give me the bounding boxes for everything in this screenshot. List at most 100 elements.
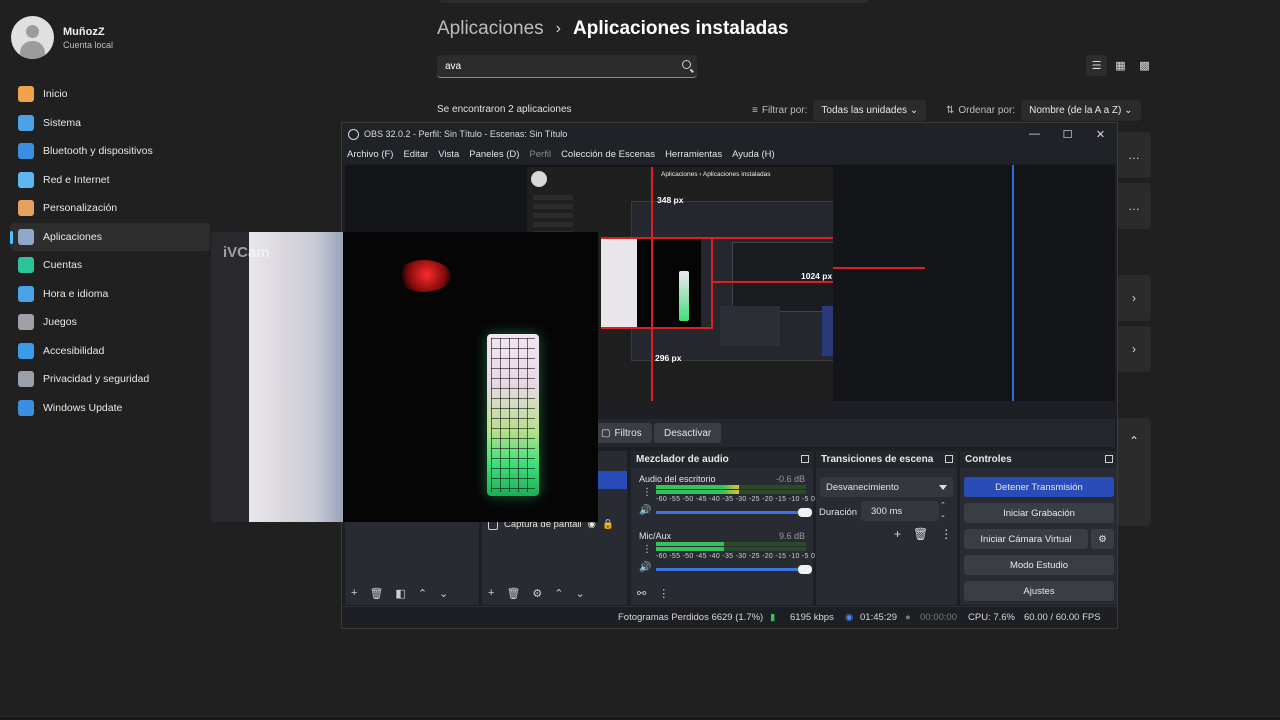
guide-line — [601, 237, 833, 239]
sidebar-item-red-e-internet[interactable]: Red e Internet — [10, 166, 210, 195]
filters-button[interactable]: ▢ Filtros — [591, 423, 652, 443]
speaker-icon[interactable]: 🔊 — [639, 505, 651, 516]
sidebar-item-sistema[interactable]: Sistema — [10, 109, 210, 138]
camera-mouse-glow — [397, 260, 451, 292]
filter-value: Todas las unidades — [821, 105, 908, 116]
sidebar-item-privacidad-y-seguridad[interactable]: Privacidad y seguridad — [10, 365, 210, 394]
more-icon[interactable]: ⋮ — [940, 527, 952, 541]
undock-icon[interactable] — [1105, 455, 1113, 463]
section-expand-button[interactable]: › — [1117, 275, 1151, 321]
down-icon[interactable]: ⌄ — [439, 587, 448, 600]
section-expand-button[interactable]: › — [1117, 326, 1151, 372]
transition-select[interactable]: Desvanecimiento — [820, 477, 953, 497]
sidebar-item-label: Inicio — [43, 88, 68, 101]
more-icon[interactable]: ⋮ — [658, 587, 669, 600]
menu-item[interactable]: Editar — [403, 149, 428, 160]
stop-stream-button[interactable]: Detener Transmisión — [964, 477, 1114, 497]
user-profile[interactable]: MuñozZ Cuenta local — [11, 16, 113, 59]
app-card-more-button[interactable]: … — [1117, 183, 1151, 229]
transition-value: Desvanecimiento — [826, 481, 899, 493]
volume-slider[interactable] — [656, 508, 812, 517]
add-icon[interactable]: + — [488, 587, 494, 599]
filter-dropdown[interactable]: Todas las unidades ⌄ — [813, 100, 927, 121]
chevron-right-icon: › — [1132, 291, 1136, 305]
menu-item[interactable]: Colección de Escenas — [561, 149, 655, 160]
trash-icon[interactable]: 🗑 — [913, 527, 928, 541]
sidebar-item-hora-e-idioma[interactable]: Hora e idioma — [10, 280, 210, 309]
up-icon[interactable]: ⌃ — [418, 587, 427, 600]
duration-input[interactable]: 300 ms — [861, 501, 939, 521]
minimize-button[interactable]: — — [1018, 123, 1051, 145]
app-card-more-button[interactable]: … — [1117, 132, 1151, 178]
channel-menu-icon[interactable]: ⋮ — [642, 544, 652, 555]
down-icon[interactable]: ⌄ — [576, 587, 585, 600]
start-recording-button[interactable]: Iniciar Grabación — [964, 503, 1114, 523]
menu-item[interactable]: Ayuda (H) — [732, 149, 775, 160]
sources-toolbar: + 🗑 ⚙ ⌃ ⌄ — [482, 581, 627, 605]
breadcrumb-parent[interactable]: Aplicaciones — [437, 18, 544, 40]
menu-item[interactable]: Paneles (D) — [469, 149, 519, 160]
sidebar-item-inicio[interactable]: Inicio — [10, 80, 210, 109]
ivcam-window[interactable]: iVCam — [211, 232, 598, 522]
search-input[interactable]: ava — [437, 55, 697, 78]
person-icon — [18, 257, 34, 274]
deactivate-button[interactable]: Desactivar — [654, 423, 722, 443]
sort-label: Ordenar por: — [958, 105, 1016, 116]
up-icon[interactable]: ⌃ — [554, 587, 563, 600]
sidebar-item-aplicaciones[interactable]: Aplicaciones — [10, 222, 210, 251]
maximize-button[interactable]: ☐ — [1051, 123, 1084, 145]
wifi-icon — [18, 171, 34, 188]
sidebar-item-juegos[interactable]: Juegos — [10, 308, 210, 337]
virtual-camera-settings-button[interactable]: ⚙ — [1091, 529, 1114, 549]
sidebar-item-windows-update[interactable]: Windows Update — [10, 394, 210, 423]
menu-item[interactable]: Vista — [438, 149, 459, 160]
sidebar-item-cuentas[interactable]: Cuentas — [10, 251, 210, 280]
trash-icon[interactable]: 🗑 — [506, 587, 520, 600]
nested-controls — [822, 306, 833, 356]
menu-item[interactable]: Archivo (F) — [347, 149, 393, 160]
controls-title: Controles — [965, 454, 1012, 465]
sort-value: Nombre (de la A a Z) — [1029, 105, 1122, 116]
section-collapse-button[interactable]: ⌃ — [1117, 418, 1151, 526]
close-button[interactable]: ✕ — [1084, 123, 1117, 145]
grid-view-icon[interactable]: ▦ — [1110, 55, 1131, 76]
gear-icon[interactable]: ⚙ — [532, 587, 542, 600]
stream-icon: ◉ — [845, 612, 854, 623]
sidebar-item-bluetooth-y-dispositivos[interactable]: Bluetooth y dispositivos — [10, 137, 210, 166]
settings-button[interactable]: Ajustes — [964, 581, 1114, 601]
slider-knob[interactable] — [798, 508, 812, 517]
obs-title: OBS 32.0.2 - Perfil: Sin Título - Escena… — [364, 129, 568, 139]
mixer-title: Mezclador de audio — [636, 454, 729, 465]
obs-titlebar[interactable]: OBS 32.0.2 - Perfil: Sin Título - Escena… — [342, 123, 1117, 145]
sort-dropdown[interactable]: Nombre (de la A a Z) ⌄ — [1021, 100, 1141, 121]
bitrate: 6195 kbps — [790, 612, 834, 623]
start-virtual-camera-button[interactable]: Iniciar Cámara Virtual — [964, 529, 1088, 549]
filter-icon[interactable]: ◧ — [395, 587, 405, 600]
channel-menu-icon[interactable]: ⋮ — [642, 487, 652, 498]
add-icon[interactable]: + — [894, 527, 901, 541]
speaker-icon[interactable]: 🔊 — [639, 562, 651, 573]
studio-mode-button[interactable]: Modo Estudio — [964, 555, 1114, 575]
result-count: Se encontraron 2 aplicaciones — [437, 104, 572, 115]
list-view-icon[interactable]: ☰ — [1086, 55, 1107, 76]
sidebar-item-personalización[interactable]: Personalización — [10, 194, 210, 223]
volume-slider[interactable] — [656, 565, 812, 574]
add-icon[interactable]: + — [351, 587, 357, 599]
slider-knob[interactable] — [798, 565, 812, 574]
tile-view-icon[interactable]: ▩ — [1134, 55, 1155, 76]
menu-item[interactable]: Herramientas — [665, 149, 722, 160]
transitions-header: Transiciones de escena — [816, 451, 957, 468]
duration-stepper[interactable]: ⌃ ⌄ — [940, 501, 946, 521]
sidebar-item-accesibilidad[interactable]: Accesibilidad — [10, 337, 210, 366]
search-icon[interactable] — [682, 60, 691, 69]
search-value: ava — [445, 60, 462, 72]
undock-icon[interactable] — [801, 455, 809, 463]
trash-icon[interactable]: 🗑 — [369, 587, 383, 600]
link-icon[interactable]: ⚯ — [637, 587, 646, 600]
gear-icon: ⚙ — [1098, 533, 1107, 545]
lock-icon[interactable]: 🔒 — [602, 519, 614, 530]
undock-icon[interactable] — [945, 455, 953, 463]
channel-db: 9.6 dB — [778, 531, 805, 541]
nested-wall — [601, 239, 637, 327]
meter-level — [656, 547, 724, 551]
